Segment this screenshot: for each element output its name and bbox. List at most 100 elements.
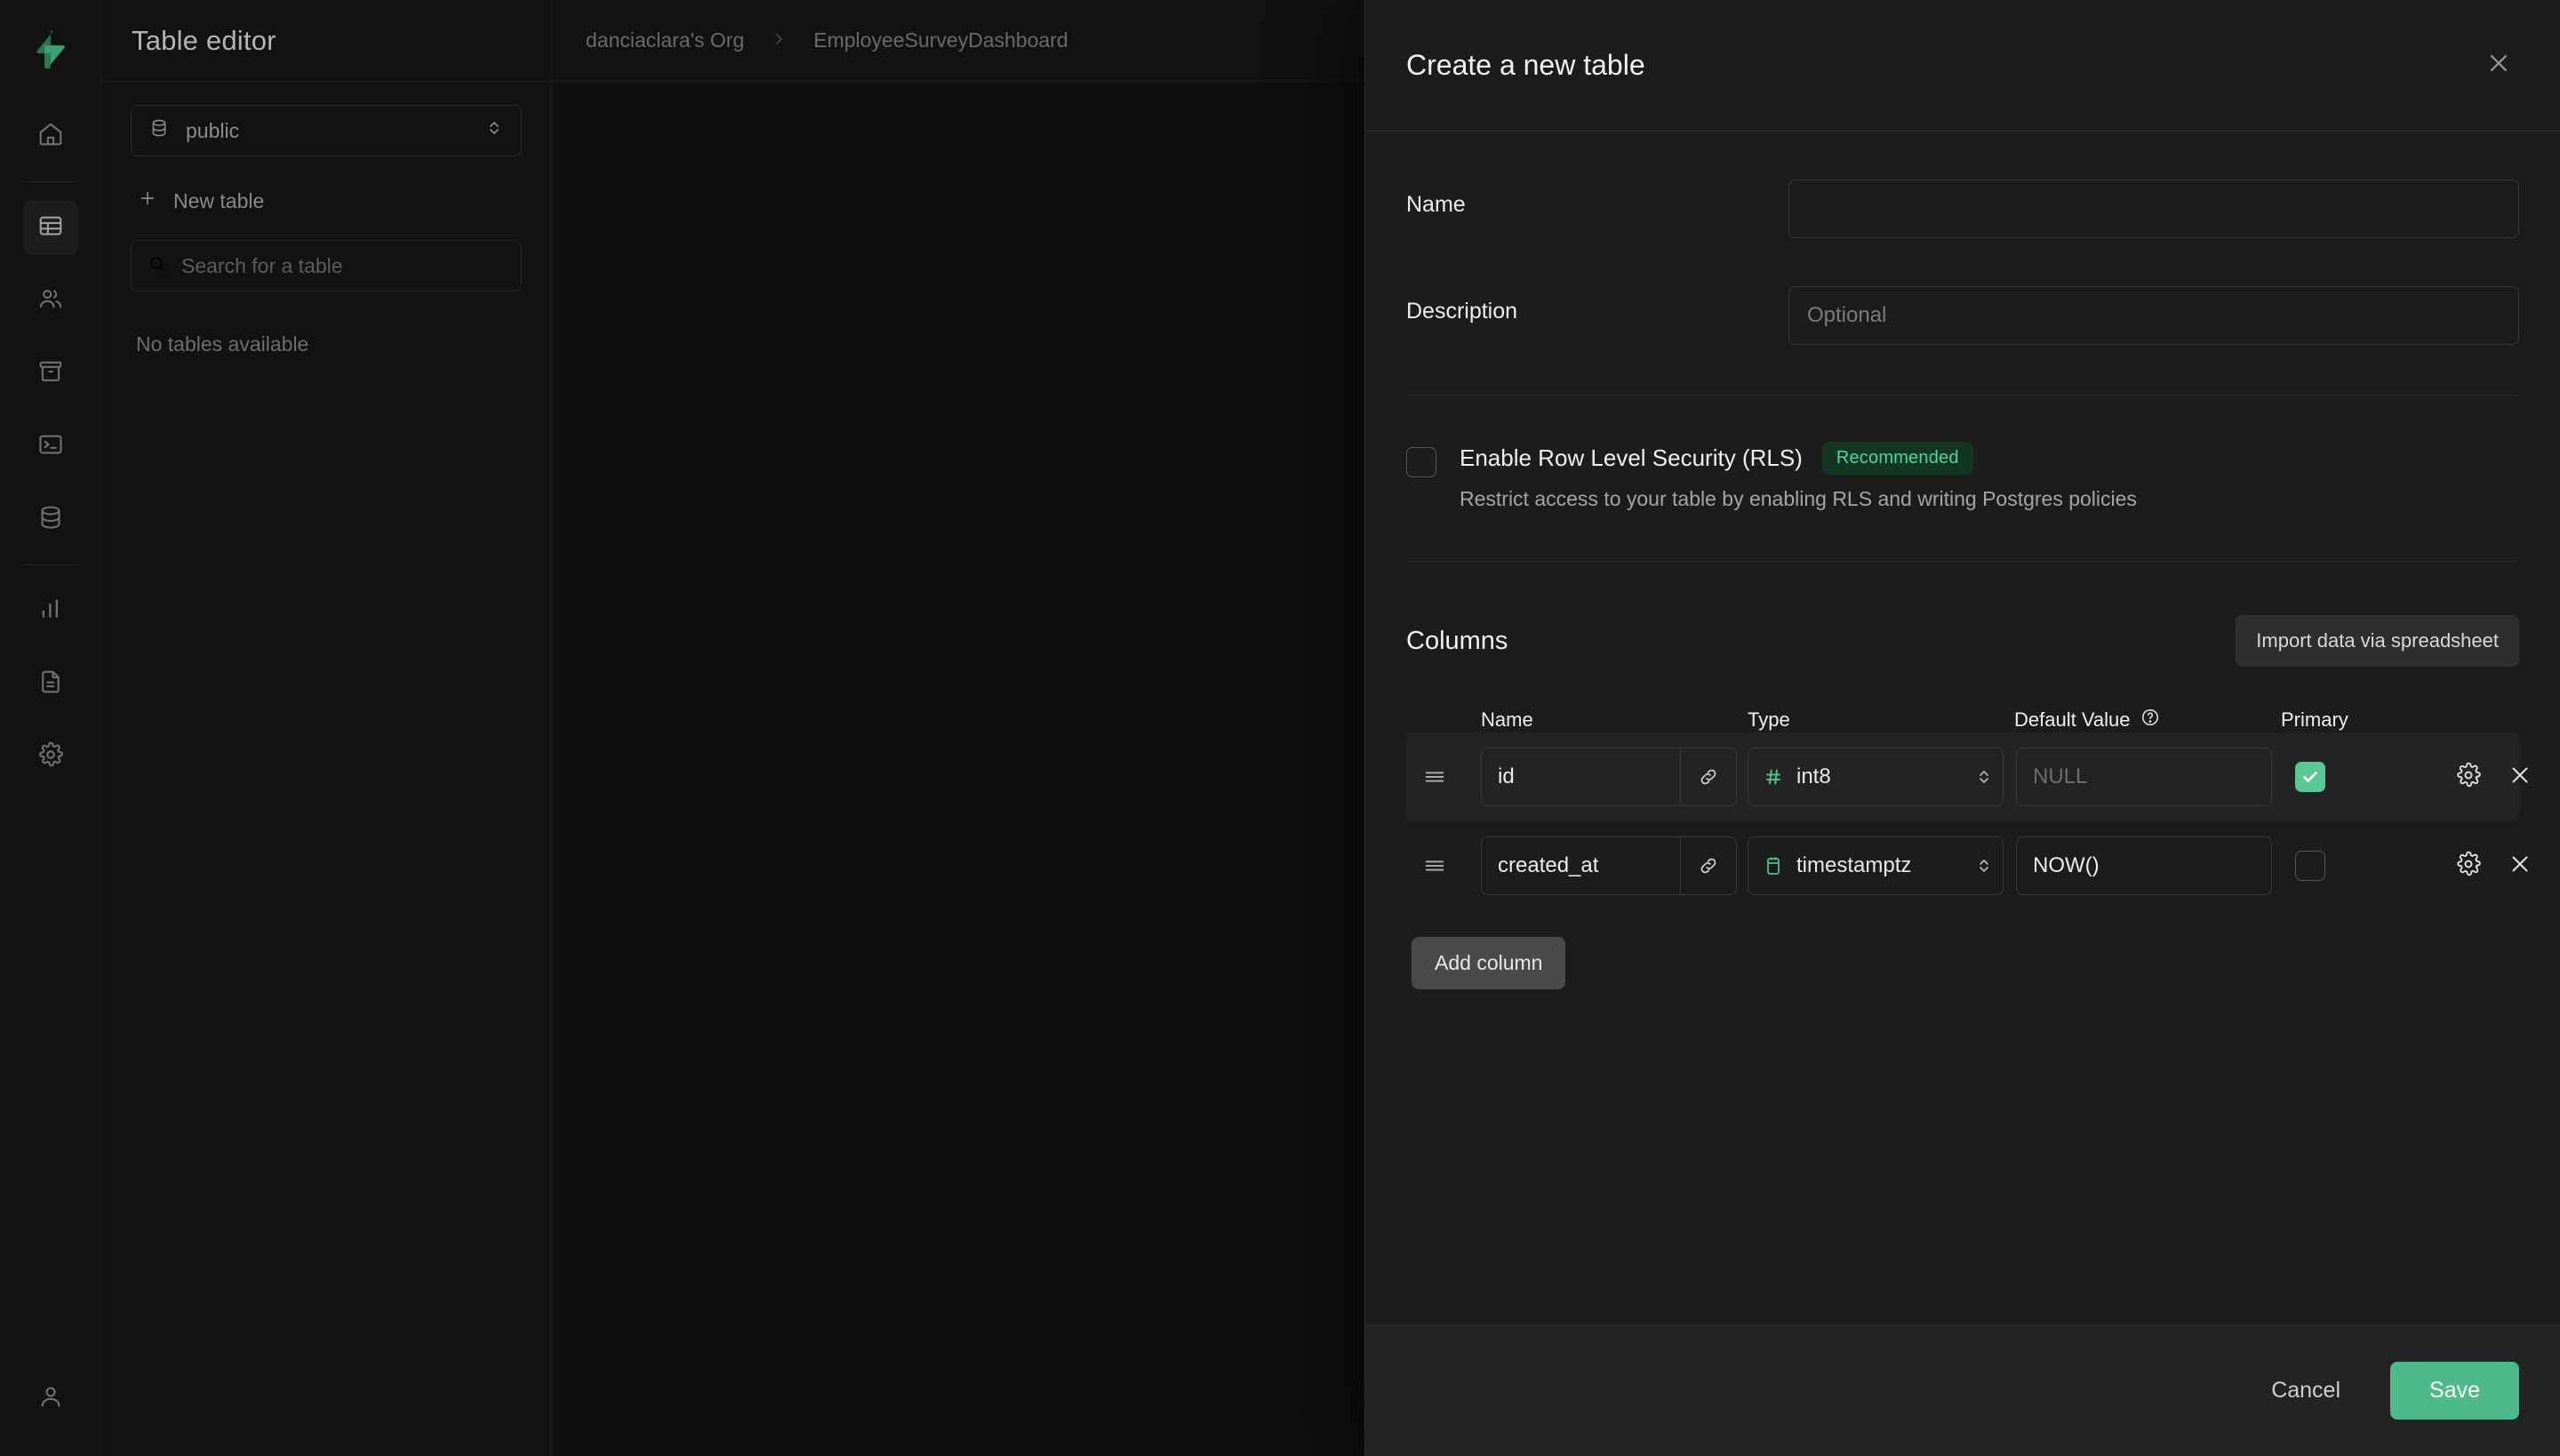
column-name-input[interactable] (1482, 748, 1681, 805)
drag-handle-icon[interactable] (1422, 764, 1481, 789)
rls-text-block: Enable Row Level Security (RLS) Recommen… (1460, 442, 2137, 511)
save-button[interactable]: Save (2390, 1362, 2519, 1420)
rls-section: Enable Row Level Security (RLS) Recommen… (1406, 442, 2519, 511)
help-circle-icon[interactable] (2140, 708, 2160, 732)
rls-title-row: Enable Row Level Security (RLS) Recommen… (1460, 442, 2137, 475)
remove-column-icon[interactable] (2507, 762, 2533, 793)
rail-item-logs[interactable] (23, 656, 78, 711)
recommended-badge: Recommended (1821, 442, 1973, 475)
create-table-panel: Create a new table Name Description Opti… (1364, 0, 2560, 1456)
breadcrumb-org[interactable]: danciaclara's Org (586, 28, 744, 52)
bar-chart-icon (37, 596, 64, 627)
icon-rail (0, 0, 101, 1456)
empty-tables-message: No tables available (136, 332, 309, 356)
chevron-up-down-icon (1976, 855, 1992, 876)
drag-handle-icon[interactable] (1422, 853, 1481, 878)
column-header-default-value: Default Value (2014, 708, 2281, 732)
cancel-button[interactable]: Cancel (2248, 1362, 2364, 1420)
panel-body: Name Description Enable Row Level Securi… (1365, 132, 2560, 1324)
section-divider (1406, 395, 2519, 396)
table-name-input[interactable] (1788, 180, 2519, 238)
rls-subtitle: Restrict access to your table by enablin… (1460, 487, 2137, 510)
chevron-up-down-icon (485, 117, 503, 144)
name-label: Name (1406, 192, 1466, 217)
columns-divider (1406, 561, 2519, 562)
app-root: Table editor public New table Search for… (0, 0, 2560, 1456)
supabase-logo-icon[interactable] (23, 21, 78, 76)
column-type-value: timestamptz (1796, 853, 1912, 877)
rail-item-table-editor[interactable] (22, 200, 78, 255)
rail-item-home[interactable] (23, 108, 78, 164)
rail-item-database[interactable] (23, 492, 78, 547)
gear-icon (37, 741, 64, 772)
column-primary-cell (2286, 851, 2455, 881)
column-primary-cell (2286, 762, 2455, 792)
rail-item-project-settings[interactable] (23, 729, 78, 784)
page-title: Table editor (132, 24, 276, 56)
column-header-name: Name (1481, 708, 1533, 731)
close-panel-button[interactable] (2478, 45, 2519, 86)
hash-icon (1763, 766, 1784, 788)
table-list-panel: Table editor public New table Search for… (101, 0, 552, 1456)
home-icon (37, 121, 64, 152)
column-name-input[interactable] (1482, 837, 1681, 894)
link-icon[interactable] (1681, 854, 1736, 877)
import-spreadsheet-button[interactable]: Import data via spreadsheet (2236, 615, 2519, 667)
row-actions (2455, 762, 2533, 793)
terminal-icon (37, 431, 64, 462)
rail-divider (22, 181, 78, 182)
account-icon (37, 1383, 64, 1414)
panel-footer: Cancel Save (1365, 1324, 2560, 1456)
default-value-label: Default Value (2014, 708, 2131, 731)
rail-divider-2 (22, 564, 78, 565)
new-table-button[interactable]: New table (131, 181, 522, 220)
gear-icon[interactable] (2455, 851, 2482, 882)
description-label: Description (1406, 299, 1518, 324)
table-row: timestamptz (1406, 821, 2528, 910)
add-column-button[interactable]: Add column (1412, 937, 1566, 989)
columns-header: Columns Import data via spreadsheet (1406, 615, 2519, 667)
columns-grid-header: Name Type Default Value Primary (1406, 708, 2519, 732)
chevron-up-down-icon (1976, 766, 1992, 788)
primary-key-checkbox[interactable] (2295, 762, 2325, 792)
search-icon (148, 254, 167, 278)
columns-title: Columns (1406, 626, 1508, 655)
column-default-input[interactable] (2017, 748, 2271, 805)
table-search[interactable]: Search for a table (131, 240, 522, 292)
primary-key-checkbox[interactable] (2295, 851, 2325, 881)
column-name-cell (1481, 748, 1737, 806)
calendar-icon (1763, 855, 1784, 876)
panel-header: Create a new table (1365, 0, 2560, 132)
table-description-input[interactable] (1788, 286, 2519, 345)
schema-selector[interactable]: public (131, 105, 522, 156)
breadcrumb-project[interactable]: EmployeeSurveyDashboard (813, 28, 1068, 52)
column-default-cell (2016, 748, 2272, 806)
plus-icon (138, 188, 157, 213)
remove-column-icon[interactable] (2507, 851, 2533, 882)
rail-item-reports[interactable] (23, 583, 78, 638)
rail-item-sql-editor[interactable] (23, 419, 78, 474)
rail-item-account[interactable] (23, 1371, 78, 1426)
column-header-primary: Primary (2281, 708, 2348, 731)
panel-header: Table editor (101, 0, 551, 82)
column-type-select[interactable]: timestamptz (1748, 836, 2004, 895)
link-icon[interactable] (1681, 765, 1736, 788)
description-field-row: Description (1406, 286, 2519, 345)
column-type-value: int8 (1796, 764, 1831, 788)
gear-icon[interactable] (2455, 762, 2482, 793)
rail-item-authentication[interactable] (23, 273, 78, 328)
rail-item-storage[interactable] (23, 346, 78, 401)
column-header-type: Type (1748, 708, 1790, 731)
archive-icon (37, 358, 64, 389)
rls-title: Enable Row Level Security (RLS) (1460, 444, 1803, 471)
panel-body: public New table Search for a table No t… (101, 82, 551, 356)
column-default-input[interactable] (2017, 837, 2271, 894)
close-icon (2484, 49, 2513, 82)
file-text-icon (37, 668, 64, 700)
database-icon (148, 117, 170, 144)
schema-value: public (186, 118, 240, 142)
column-type-select[interactable]: int8 (1748, 748, 2004, 806)
table-row: int8 (1406, 732, 2528, 821)
search-placeholder: Search for a table (181, 253, 343, 277)
rls-checkbox[interactable] (1406, 447, 1436, 477)
